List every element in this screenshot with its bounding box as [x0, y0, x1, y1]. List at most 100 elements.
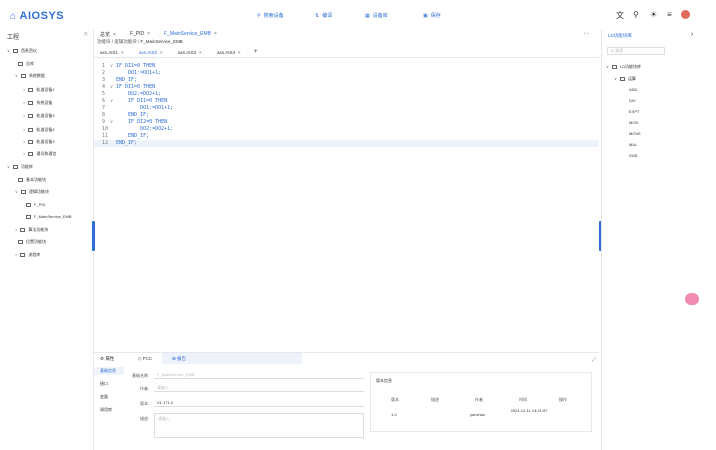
close-icon[interactable]: ×: [121, 50, 124, 55]
version-field[interactable]: V1.171.2: [154, 399, 364, 407]
floating-assistant-button[interactable]: [685, 293, 699, 305]
chevron-icon[interactable]: ∨: [606, 64, 609, 69]
code-line[interactable]: 7 DO1:=DO1+1;: [94, 105, 599, 112]
tree-item[interactable]: > 轨道设备2: [23, 126, 55, 133]
chevron-icon[interactable]: >: [15, 227, 17, 232]
close-icon[interactable]: ×: [199, 50, 202, 55]
chevron-icon[interactable]: >: [23, 100, 25, 105]
tree-item[interactable]: > 算法功能块: [15, 226, 48, 233]
chevron-icon[interactable]: ∨: [7, 164, 10, 169]
tree-item[interactable]: ∨ 功能库: [7, 163, 33, 170]
code-line[interactable]: 3 END_IF;: [94, 77, 599, 84]
tab-scroll-arrows[interactable]: ‹ ›: [584, 31, 589, 37]
app-logo[interactable]: ⌂ AIOSYS: [10, 10, 64, 22]
side-item-basic-info[interactable]: 基础信息: [94, 367, 124, 375]
close-icon[interactable]: ×: [238, 50, 241, 55]
name-field[interactable]: F_MainService_EMB: [154, 371, 364, 379]
tree-item[interactable]: > 轨道设备3: [23, 138, 55, 145]
side-item-call-library[interactable]: 调用库: [94, 406, 124, 414]
add-tab-button[interactable]: +: [254, 49, 258, 55]
code-line[interactable]: 9 ∨ IF DI2=0 THEN: [94, 119, 599, 126]
theme-icon[interactable]: ☀: [650, 10, 657, 19]
breadcrumb-item[interactable]: 逻辑功能块: [114, 39, 137, 44]
tab-axs-ais3[interactable]: axs.AIS3 ×: [178, 50, 202, 55]
tab-properties[interactable]: ⚙ 属性: [100, 356, 114, 362]
avatar[interactable]: [681, 10, 690, 19]
library-tree-item[interactable]: MOVE: [629, 130, 641, 138]
fold-icon[interactable]: ∨: [110, 119, 113, 126]
code-line[interactable]: 11 END_IF;: [94, 133, 599, 140]
chevron-icon[interactable]: >: [23, 127, 25, 132]
tree-item[interactable]: 总库: [15, 60, 34, 67]
chevron-icon[interactable]: ∨: [15, 73, 18, 78]
side-item-interface[interactable]: 接口: [94, 380, 124, 388]
nav-device-library[interactable]: ▦ 设备库: [362, 12, 388, 19]
nav-search-device[interactable]: ⚲ 搜索设备: [254, 12, 284, 19]
tab-fcc[interactable]: ◇ FCC: [138, 356, 152, 362]
close-icon[interactable]: ×: [214, 31, 217, 37]
code-line[interactable]: 1 ∨ IF DI1=0 THEN: [94, 63, 599, 70]
chevron-icon[interactable]: >: [23, 151, 25, 156]
tab-axs-ais2[interactable]: axs.AIS2 ×: [139, 50, 163, 55]
library-tree-item[interactable]: SUB: [629, 152, 637, 160]
library-tree-item[interactable]: ADD: [629, 86, 637, 94]
tree-item[interactable]: 位置功能块: [15, 238, 46, 245]
expand-icon[interactable]: ⤢: [592, 357, 596, 363]
author-field[interactable]: 请输入: [154, 384, 364, 392]
code-line[interactable]: 4 ∨ IF DI1=0 THEN: [94, 84, 599, 91]
library-tree-item[interactable]: EXPT: [629, 108, 639, 116]
chevron-icon[interactable]: >: [23, 139, 25, 144]
pin-icon[interactable]: ⇱: [84, 32, 88, 38]
nav-save[interactable]: ▣ 保存: [420, 12, 441, 19]
nav-compile[interactable]: ⇅ 编译: [312, 12, 332, 19]
description-field[interactable]: 请输入: [154, 413, 364, 438]
tree-item[interactable]: > 通讯和通信: [23, 150, 56, 157]
close-icon[interactable]: ×: [160, 50, 163, 55]
tab-axs-ais4[interactable]: axs.AIS4 ×: [217, 50, 241, 55]
chevron-icon[interactable]: >: [15, 252, 17, 257]
library-tree-item[interactable]: MOD: [629, 119, 638, 127]
tab-axs-ais1[interactable]: axs.AIS1 ×: [100, 50, 124, 55]
library-tree-item[interactable]: ∨ 运算: [614, 75, 636, 83]
side-item-variables[interactable]: 变量: [94, 393, 124, 401]
tab-f-pid[interactable]: F_PID ×: [130, 31, 150, 37]
library-tree-item[interactable]: DIV: [629, 97, 636, 105]
code-line[interactable]: 12 END_IF;: [94, 140, 599, 147]
search-tool-icon[interactable]: ⚲: [633, 10, 639, 19]
collapse-chevron-icon[interactable]: ›: [691, 31, 693, 38]
breadcrumb-item[interactable]: 功能块: [97, 39, 111, 44]
tab-report[interactable]: ⊞ 报告: [172, 356, 186, 362]
code-line[interactable]: 2 DO1:=DO1+1;: [94, 70, 599, 77]
tab-overview[interactable]: 总览 ×: [100, 31, 116, 38]
tree-item[interactable]: ∨ 逻辑功能块: [15, 188, 49, 195]
library-search-input[interactable]: Q 搜索: [607, 47, 665, 55]
tree-item[interactable]: > 流程库: [15, 251, 40, 258]
fold-icon[interactable]: ∨: [110, 84, 113, 91]
close-icon[interactable]: ×: [113, 32, 116, 38]
chevron-icon[interactable]: ∨: [7, 48, 10, 53]
chevron-icon[interactable]: >: [23, 87, 25, 92]
fold-icon[interactable]: ∨: [110, 63, 113, 70]
left-resize-handle[interactable]: [92, 221, 95, 251]
code-line[interactable]: 10 DO2:=DO2+1;: [94, 126, 599, 133]
chevron-icon[interactable]: ∨: [614, 76, 617, 81]
menu-icon[interactable]: ≡: [667, 10, 672, 19]
tree-item[interactable]: ∨ 西贵西仪: [7, 47, 37, 54]
tab-f-mainservice-emb[interactable]: F_MainService_EMB ×: [164, 31, 217, 37]
library-tree-item[interactable]: MUL: [629, 141, 637, 149]
library-tree-item[interactable]: ∨ LD功能块库: [606, 63, 641, 71]
tab-ld-library[interactable]: LD功能块库: [608, 33, 632, 39]
code-line[interactable]: 8 END_IF;: [94, 112, 599, 119]
tree-item[interactable]: > 系统设备: [23, 99, 52, 106]
code-line[interactable]: 6 ∨ IF DI1=0 THEN: [94, 98, 599, 105]
tree-item[interactable]: F_PID: [23, 201, 45, 208]
close-icon[interactable]: ×: [147, 31, 150, 37]
tree-item[interactable]: F_MainService_EMB: [23, 213, 72, 220]
language-icon[interactable]: 文: [616, 10, 624, 21]
tree-item[interactable]: ∨ 系统数据: [15, 72, 45, 79]
tree-item[interactable]: > 轨道设备3: [23, 112, 55, 119]
chevron-icon[interactable]: ∨: [15, 189, 18, 194]
fold-icon[interactable]: ∨: [110, 98, 113, 105]
code-line[interactable]: 5 DO2:=DO2+1;: [94, 91, 599, 98]
tree-item[interactable]: > 轨道设备1: [23, 86, 55, 93]
